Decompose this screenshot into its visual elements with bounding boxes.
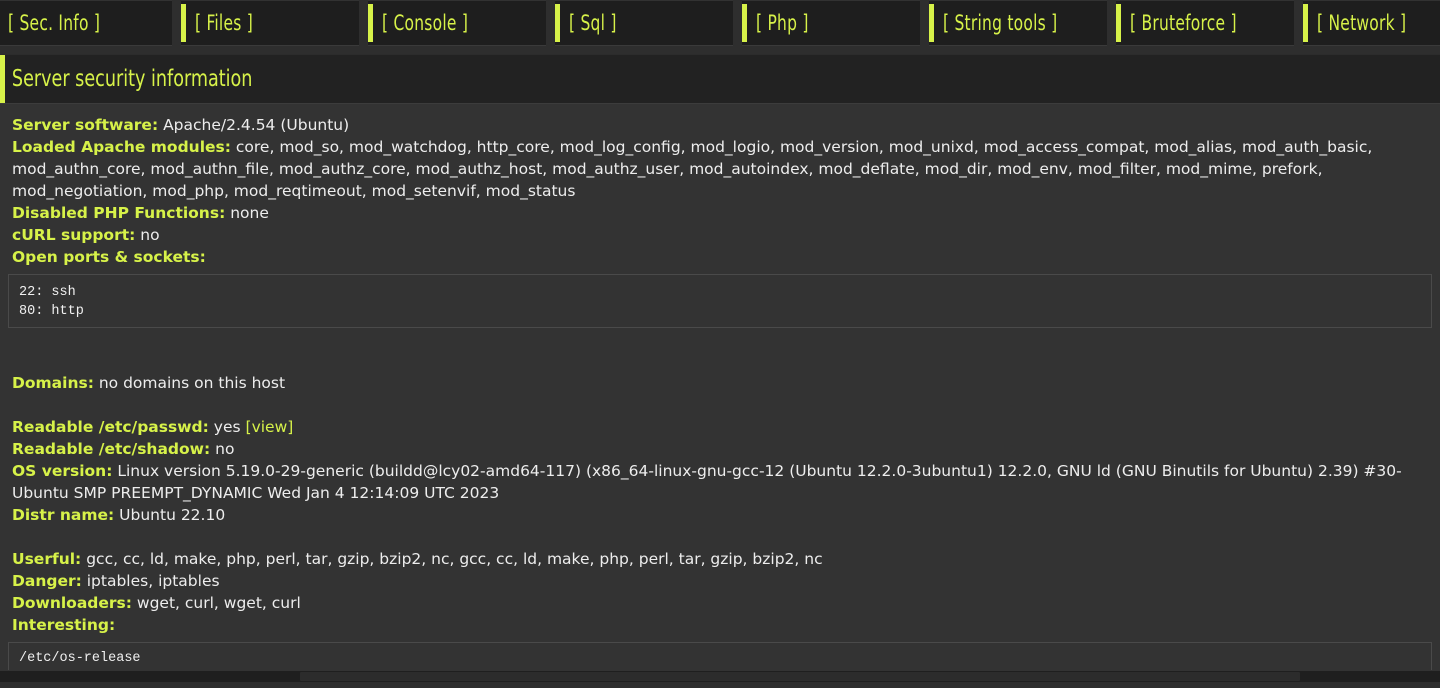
row-server-software: Server software: Apache/2.4.54 (Ubuntu)	[0, 114, 1440, 136]
value-distr-name: Ubuntu 22.10	[119, 506, 225, 524]
horizontal-scrollbar[interactable]	[0, 671, 1440, 682]
label-server-software: Server software:	[12, 116, 158, 134]
tab-network[interactable]: [ Network ]	[1303, 0, 1440, 46]
value-userful: gcc, cc, ld, make, php, perl, tar, gzip,…	[86, 550, 822, 568]
tab-string-tools[interactable]: [ String tools ]	[929, 0, 1107, 46]
security-info-panel: Server software: Apache/2.4.54 (Ubuntu) …	[0, 104, 1440, 682]
label-apache-modules: Loaded Apache modules:	[12, 138, 231, 156]
tab-bar: [ Sec. Info ] [ Files ] [ Console ] [ Sq…	[0, 0, 1440, 46]
spacer	[0, 394, 1440, 416]
row-readable-passwd: Readable /etc/passwd: yes [view]	[0, 416, 1440, 438]
tab-accent-bar	[1116, 4, 1121, 42]
tab-accent-bar	[1303, 4, 1308, 42]
tab-label: [ Bruteforce ]	[1130, 11, 1237, 35]
tab-bruteforce[interactable]: [ Bruteforce ]	[1116, 0, 1294, 46]
open-ports-output: 22: ssh 80: http	[8, 274, 1432, 328]
tab-accent-bar	[742, 4, 747, 42]
tab-label: [ Files ]	[195, 11, 253, 35]
tab-accent-bar	[181, 4, 186, 42]
row-readable-shadow: Readable /etc/shadow: no	[0, 438, 1440, 460]
label-readable-shadow: Readable /etc/shadow:	[12, 440, 210, 458]
page-title: Server security information	[0, 66, 252, 92]
tab-files[interactable]: [ Files ]	[181, 0, 359, 46]
row-downloaders: Downloaders: wget, curl, wget, curl	[0, 592, 1440, 614]
panel-header: Server security information	[0, 54, 1440, 104]
value-readable-passwd: yes	[214, 418, 241, 436]
label-disabled-php: Disabled PHP Functions:	[12, 204, 225, 222]
tab-accent-bar	[929, 4, 934, 42]
tab-sec-info[interactable]: [ Sec. Info ]	[0, 0, 172, 46]
scrollbar-thumb[interactable]	[300, 672, 1300, 681]
tab-accent-bar	[368, 4, 373, 42]
row-danger: Danger: iptables, iptables	[0, 570, 1440, 592]
label-downloaders: Downloaders:	[12, 594, 132, 612]
tab-php[interactable]: [ Php ]	[742, 0, 920, 46]
row-userful: Userful: gcc, cc, ld, make, php, perl, t…	[0, 548, 1440, 570]
value-readable-shadow: no	[215, 440, 234, 458]
label-distr-name: Distr name:	[12, 506, 114, 524]
tab-label: [ String tools ]	[943, 11, 1057, 35]
spacer	[0, 328, 1440, 350]
row-domains: Domains: no domains on this host	[0, 372, 1440, 394]
tab-console[interactable]: [ Console ]	[368, 0, 546, 46]
row-apache-modules: Loaded Apache modules: core, mod_so, mod…	[0, 136, 1440, 202]
value-disabled-php: none	[230, 204, 269, 222]
tab-label: [ Sec. Info ]	[8, 11, 100, 35]
tab-label: [ Php ]	[756, 11, 809, 35]
label-userful: Userful:	[12, 550, 81, 568]
tab-label: [ Network ]	[1317, 11, 1406, 35]
spacer	[0, 350, 1440, 372]
value-server-software: Apache/2.4.54 (Ubuntu)	[163, 116, 349, 134]
row-curl-support: cURL support: no	[0, 224, 1440, 246]
spacer	[0, 526, 1440, 548]
value-domains: no domains on this host	[99, 374, 285, 392]
row-open-ports: Open ports & sockets:	[0, 246, 1440, 268]
label-domains: Domains:	[12, 374, 94, 392]
tab-label: [ Sql ]	[569, 11, 617, 35]
row-distr-name: Distr name: Ubuntu 22.10	[0, 504, 1440, 526]
label-interesting: Interesting:	[12, 616, 115, 634]
value-os-version: Linux version 5.19.0-29-generic (buildd@…	[12, 462, 1402, 502]
label-readable-passwd: Readable /etc/passwd:	[12, 418, 209, 436]
row-interesting: Interesting:	[0, 614, 1440, 636]
tab-sql[interactable]: [ Sql ]	[555, 0, 733, 46]
label-open-ports: Open ports & sockets:	[12, 248, 206, 266]
view-passwd-link[interactable]: [view]	[246, 418, 294, 436]
label-danger: Danger:	[12, 572, 82, 590]
value-danger: iptables, iptables	[87, 572, 220, 590]
row-os-version: OS version: Linux version 5.19.0-29-gene…	[0, 460, 1440, 504]
interesting-files-output: /etc/os-release	[8, 642, 1432, 670]
tab-accent-bar	[555, 4, 560, 42]
value-curl-support: no	[140, 226, 159, 244]
row-disabled-php: Disabled PHP Functions: none	[0, 202, 1440, 224]
label-os-version: OS version:	[12, 462, 112, 480]
tab-label: [ Console ]	[382, 11, 468, 35]
label-curl-support: cURL support:	[12, 226, 135, 244]
value-downloaders: wget, curl, wget, curl	[137, 594, 301, 612]
